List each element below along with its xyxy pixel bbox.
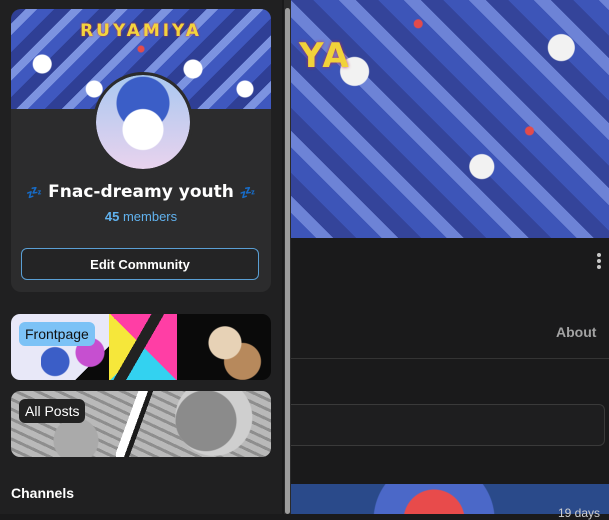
scrollbar-thumb[interactable] — [285, 8, 290, 514]
frontpage-card[interactable]: Frontpage — [11, 314, 271, 380]
cover-title: RUYAMIYA — [80, 21, 202, 41]
zzz-icon: 💤 — [26, 186, 43, 201]
community-banner: YA — [291, 0, 609, 238]
frontpage-label: Frontpage — [19, 322, 95, 346]
more-options-icon[interactable] — [597, 253, 601, 271]
member-count-number: 45 — [104, 209, 120, 224]
tab-about[interactable]: About — [556, 324, 596, 340]
post-composer-input[interactable] — [291, 404, 605, 446]
community-name-text: Fnac-dreamy youth — [48, 182, 234, 202]
community-avatar[interactable] — [93, 72, 193, 172]
member-count[interactable]: 45 members — [11, 209, 271, 224]
post-timestamp: 19 days — [558, 506, 601, 520]
drawer-scrollbar[interactable] — [284, 0, 291, 514]
member-count-label: members — [122, 209, 178, 224]
all-posts-art — [116, 391, 156, 457]
avatar-image — [96, 75, 190, 169]
community-name: 💤 Fnac-dreamy youth 💤 — [11, 182, 271, 202]
frontpage-art — [197, 318, 267, 380]
zzz-icon: 💤 — [239, 186, 256, 201]
community-drawer: RUYAMIYA 💤 Fnac-dreamy youth 💤 45 member… — [0, 0, 282, 514]
tab-divider — [291, 358, 609, 359]
all-posts-label: All Posts — [19, 399, 86, 423]
edit-community-button[interactable]: Edit Community — [21, 248, 259, 280]
community-card: RUYAMIYA 💤 Fnac-dreamy youth 💤 45 member… — [11, 9, 271, 292]
channels-heading: Channels — [11, 485, 75, 501]
banner-text: YA — [299, 36, 351, 76]
frontpage-art — [109, 314, 177, 380]
all-posts-card[interactable]: All Posts — [11, 391, 271, 457]
